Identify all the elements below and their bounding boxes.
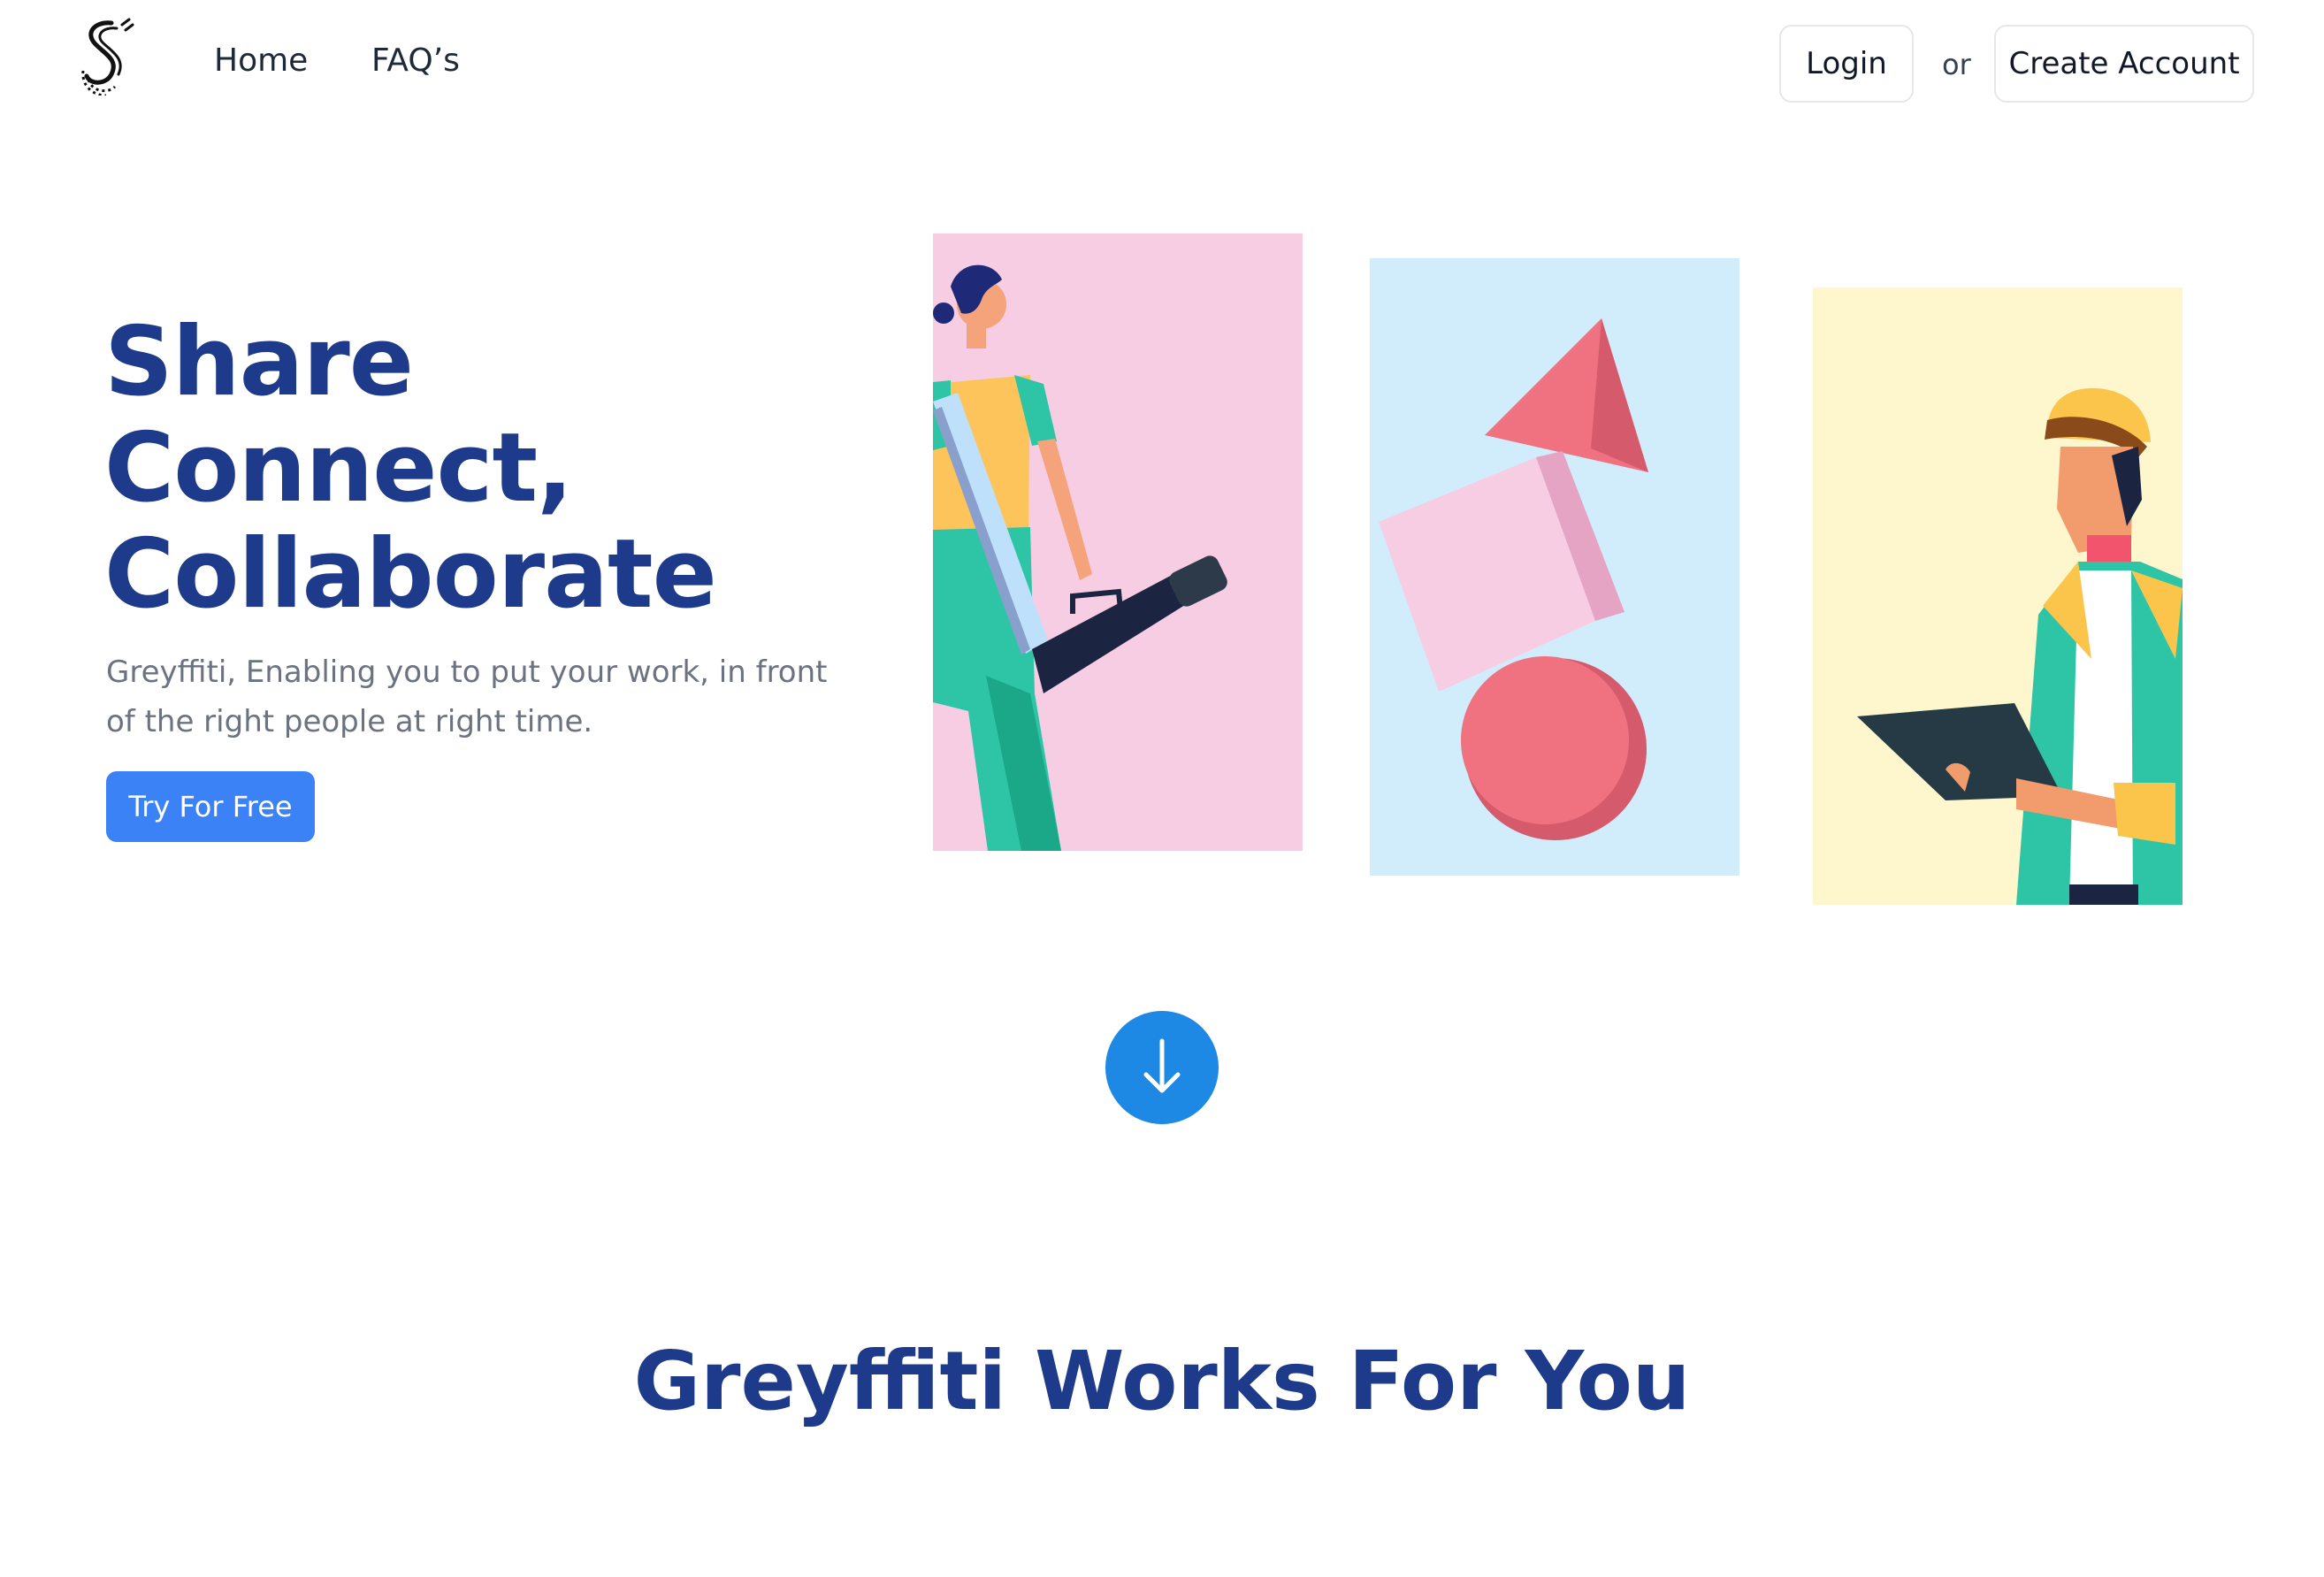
greyffiti-logo-icon[interactable]	[76, 16, 138, 97]
create-account-button[interactable]: Create Account	[1994, 25, 2254, 103]
nav-home-link[interactable]: Home	[214, 42, 308, 79]
or-separator: or	[1942, 48, 1971, 81]
hero-title-line-1: Share	[104, 307, 414, 417]
try-for-free-button[interactable]: Try For Free	[106, 771, 315, 842]
hero-subtitle: Greyffiti, Enabling you to put your work…	[106, 655, 828, 739]
woman-with-tube-illustration	[933, 233, 1303, 851]
hero-title-line-3: Collaborate	[104, 519, 717, 630]
hero-title: Share Connect, Collaborate	[104, 310, 900, 628]
login-button[interactable]: Login	[1779, 25, 1914, 103]
scroll-down-button[interactable]	[1105, 1011, 1219, 1124]
arrow-down-icon	[1137, 1036, 1187, 1100]
geometric-shapes-illustration	[1370, 258, 1739, 876]
nav-faq-link[interactable]: FAQ’s	[371, 42, 460, 79]
hero-title-line-2: Connect,	[104, 413, 573, 524]
man-with-clipboard-illustration	[1813, 287, 2183, 905]
site-header: Home FAQ’s Login or Create Account	[0, 0, 2324, 133]
section-title: Greyffiti Works For You	[633, 1334, 1691, 1428]
